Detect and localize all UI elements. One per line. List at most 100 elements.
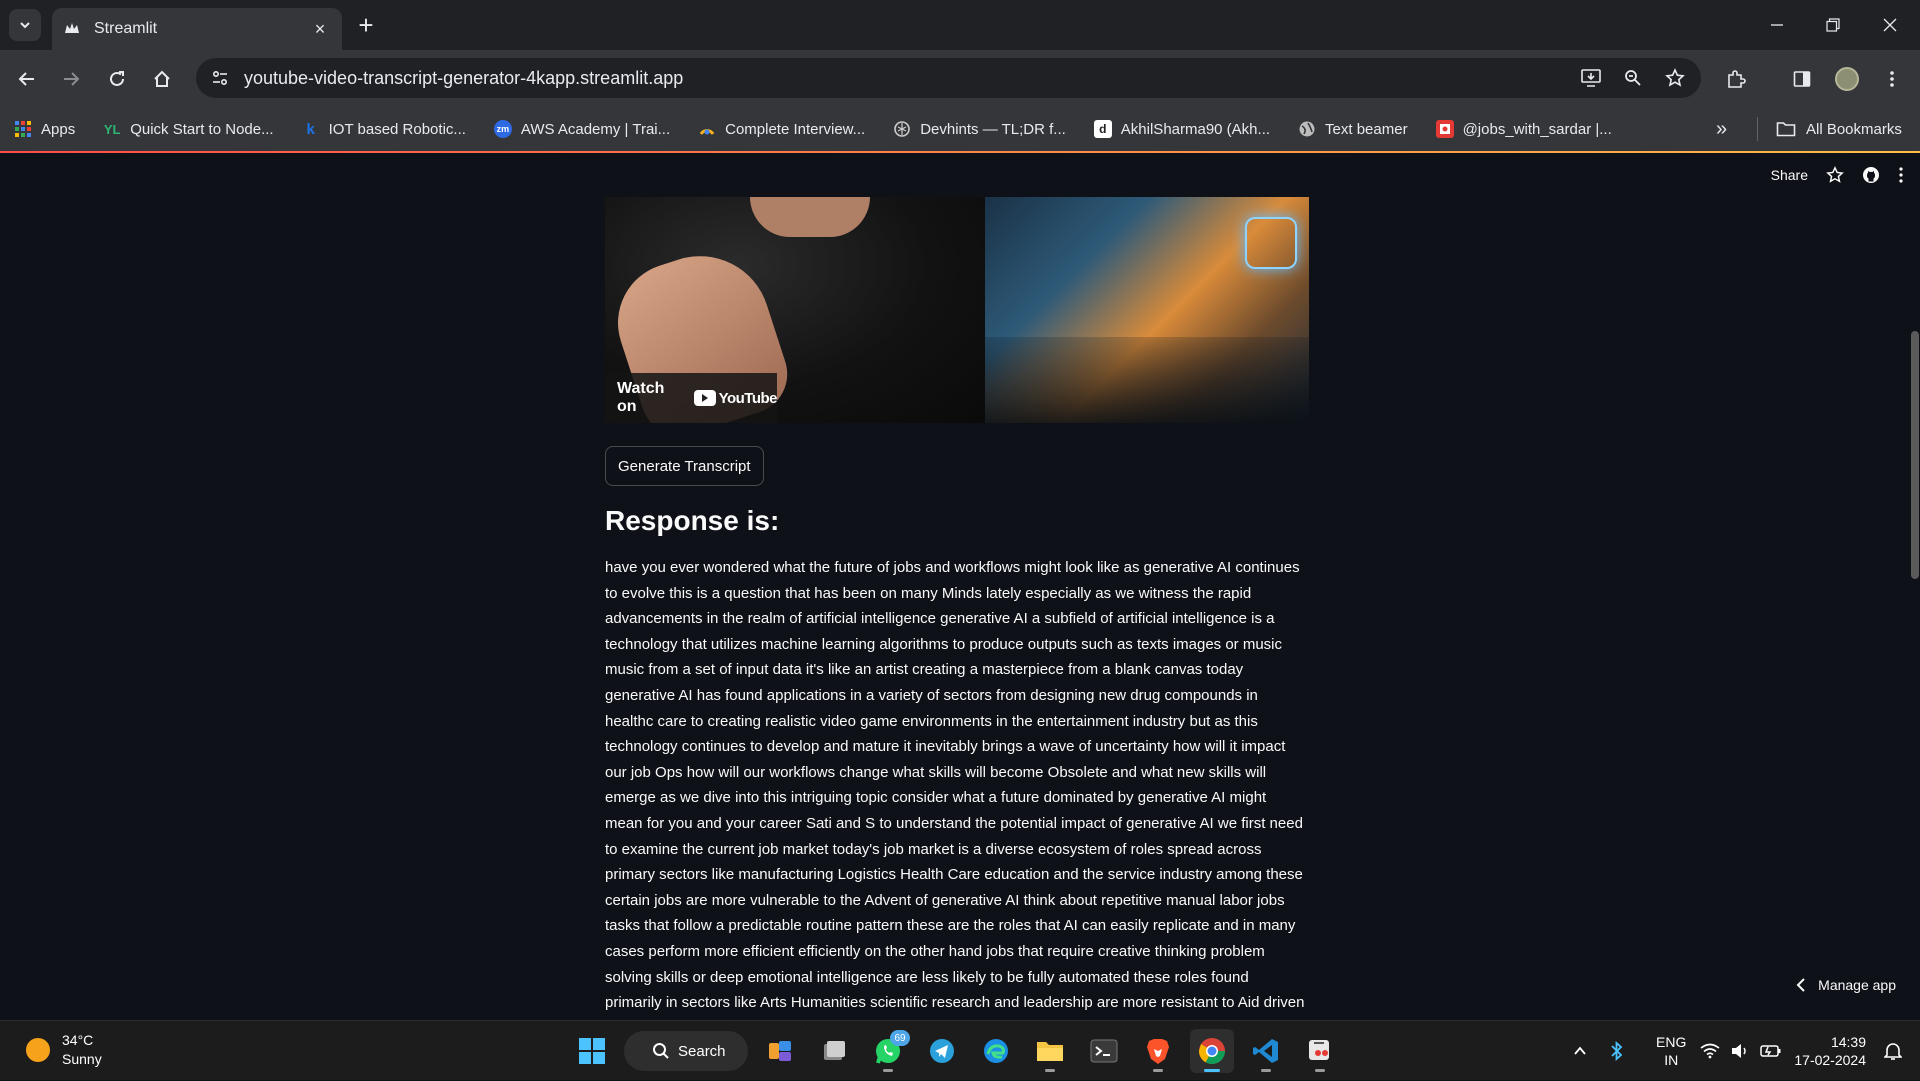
close-window-button[interactable] [1862, 0, 1918, 50]
bookmark-star-icon[interactable] [1657, 60, 1693, 96]
brave-app[interactable] [1136, 1029, 1180, 1073]
snipping-tool-app[interactable] [1298, 1029, 1342, 1073]
site-info-icon[interactable] [202, 60, 238, 96]
bluetooth-icon[interactable] [1610, 1041, 1624, 1061]
github-icon[interactable] [1862, 166, 1880, 184]
side-panel-button[interactable] [1784, 61, 1820, 97]
vscode-app[interactable] [1244, 1029, 1288, 1073]
youtube-logo: YouTube [693, 390, 778, 407]
telegram-app[interactable] [920, 1029, 964, 1073]
bookmark-label: AWS Academy | Trai... [520, 120, 671, 138]
volume-icon[interactable] [1730, 1043, 1750, 1059]
edge-app[interactable] [974, 1029, 1018, 1073]
reload-button[interactable] [99, 61, 135, 97]
whatsapp-app[interactable]: 69 [866, 1029, 910, 1073]
language-indicator[interactable]: ENG IN [1656, 1033, 1686, 1069]
extensions-button[interactable] [1718, 61, 1754, 97]
install-app-icon[interactable] [1573, 60, 1609, 96]
side-panel-icon [1793, 71, 1811, 87]
clock-time: 14:39 [1830, 1034, 1866, 1050]
all-bookmarks-button[interactable]: All Bookmarks [1776, 107, 1902, 151]
bookmark-node-quickstart[interactable]: YL Quick Start to Node... [103, 120, 274, 138]
generate-transcript-button[interactable]: Generate Transcript [605, 446, 764, 486]
tab-streamlit[interactable]: Streamlit × [52, 8, 342, 50]
home-button[interactable] [144, 61, 180, 97]
bookmark-text-beamer[interactable]: Text beamer [1298, 120, 1408, 138]
active-indicator [1204, 1069, 1220, 1072]
bookmark-apps[interactable]: Apps [14, 120, 75, 138]
chevron-up-icon[interactable] [1572, 1043, 1588, 1059]
bookmark-devhints[interactable]: Devhints — TL;DR f... [893, 120, 1066, 138]
forward-button[interactable] [53, 61, 89, 97]
minimize-button[interactable] [1749, 0, 1805, 50]
page-scrollbar[interactable] [1910, 153, 1920, 1020]
battery-icon[interactable] [1760, 1043, 1782, 1059]
openai-icon [893, 120, 911, 138]
widgets-app[interactable] [758, 1029, 802, 1073]
taskbar-search[interactable]: Search [624, 1031, 748, 1071]
app-toolbar: Share [1771, 153, 1920, 197]
running-indicator [1045, 1069, 1055, 1072]
chrome-app[interactable] [1190, 1029, 1234, 1073]
jobs-icon [1435, 120, 1454, 138]
taskbar-clock[interactable]: 14:39 17-02-2024 [1794, 1033, 1866, 1069]
transcript-line: primary sectors like manufacturing Logis… [605, 866, 1303, 884]
arrow-right-icon [64, 72, 80, 86]
manage-app-button[interactable]: Manage app [1796, 977, 1896, 993]
notification-bell-icon[interactable] [1884, 1041, 1902, 1061]
transcript-line: music from a set of input data it's like… [605, 661, 1244, 679]
terminal-app[interactable] [1082, 1029, 1126, 1073]
transcript-text: have you ever wondered what the future o… [605, 555, 1315, 1016]
bookmark-iot-robotic[interactable]: k IOT based Robotic... [302, 120, 465, 138]
transcript-line: emerge as we dive into this intriguing t… [605, 789, 1267, 807]
tab-strip: Streamlit × + [0, 0, 1920, 50]
tab-search-button[interactable] [9, 9, 41, 41]
region-code: IN [1664, 1052, 1679, 1068]
bookmark-jobs-with-sardar[interactable]: @jobs_with_sardar |... [1435, 120, 1612, 138]
close-icon [1883, 18, 1897, 32]
scrollbar-thumb[interactable] [1911, 331, 1919, 579]
bookmark-label: Devhints — TL;DR f... [920, 120, 1066, 138]
back-button[interactable] [9, 61, 45, 97]
zoom-icon[interactable] [1615, 60, 1651, 96]
weather-widget[interactable]: 34°C Sunny [26, 1031, 102, 1069]
bookmark-aws-academy[interactable]: zm AWS Academy | Trai... [493, 120, 671, 138]
bookmark-akhilsharma[interactable]: d AkhilSharma90 (Akh... [1093, 120, 1270, 138]
globe-icon [1298, 120, 1316, 138]
transcript-line: solving skills or deep emotional intelli… [605, 968, 1249, 986]
thumbnail-brain-icon [1245, 217, 1297, 269]
kebab-menu-icon[interactable] [1898, 166, 1904, 184]
chevron-left-icon [1796, 978, 1805, 992]
address-bar[interactable]: youtube-video-transcript-generator-4kapp… [196, 58, 1701, 98]
running-indicator [1315, 1069, 1325, 1072]
transcript-line: have you ever wondered what the future o… [605, 559, 1300, 576]
transcript-line: mean for you and your career Sati and S … [605, 814, 1303, 832]
browser-chrome: Streamlit × + youtube-video-transcript-g… [0, 0, 1920, 153]
bookmark-complete-interview[interactable]: Complete Interview... [698, 120, 865, 138]
url-text[interactable]: youtube-video-transcript-generator-4kapp… [244, 68, 1573, 89]
browser-menu-button[interactable] [1874, 61, 1910, 97]
transcript-line: cases perform more efficient efficiently… [605, 942, 1265, 960]
telegram-icon [930, 1039, 954, 1063]
new-tab-button[interactable]: + [352, 10, 380, 40]
profile-avatar[interactable] [1829, 61, 1865, 97]
folder-icon [1776, 122, 1796, 137]
chrome-icon [1198, 1038, 1226, 1065]
file-explorer-app[interactable] [1028, 1029, 1072, 1073]
brave-lion-icon [1147, 1039, 1169, 1064]
star-icon[interactable] [1826, 166, 1844, 184]
transcript-line: to evolve this is a question that has be… [605, 584, 1252, 602]
share-button[interactable]: Share [1771, 167, 1808, 183]
whatsapp-badge: 69 [890, 1030, 910, 1046]
watch-on-label: Watch on [617, 380, 665, 415]
more-bookmarks-button[interactable]: » [1716, 107, 1727, 151]
start-button[interactable] [570, 1029, 614, 1073]
watch-on-youtube-button[interactable]: Watch on YouTube [605, 373, 778, 423]
youtube-video-embed[interactable]: Watch on YouTube [605, 197, 1309, 423]
restore-button[interactable] [1805, 0, 1861, 50]
wifi-icon[interactable] [1700, 1043, 1720, 1059]
close-icon[interactable]: × [310, 19, 330, 39]
youtube-play-icon [693, 390, 716, 406]
task-view-app[interactable] [812, 1029, 856, 1073]
restore-icon [1826, 18, 1840, 32]
